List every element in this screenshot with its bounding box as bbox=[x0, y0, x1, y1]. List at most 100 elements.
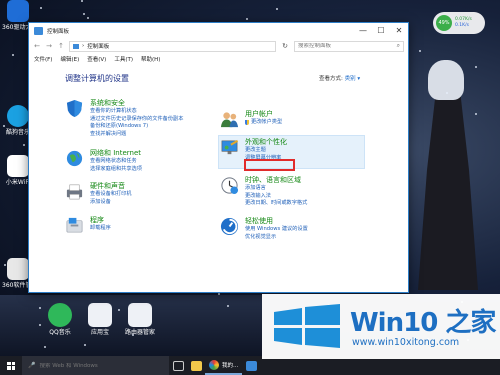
category-link[interactable]: 查看设备和打印机 bbox=[90, 191, 132, 199]
start-button[interactable] bbox=[0, 356, 22, 375]
menu-tools[interactable]: 工具(T) bbox=[114, 55, 133, 63]
search-input[interactable] bbox=[298, 43, 393, 49]
driver-app-icon bbox=[7, 0, 29, 22]
watermark: Win10 之家 www.win10xitong.com bbox=[262, 294, 500, 359]
control-panel-taskbar-icon bbox=[245, 360, 257, 371]
page-title: 调整计算机的设置 bbox=[65, 74, 129, 83]
qqmusic-app-icon bbox=[48, 303, 72, 327]
category-title[interactable]: 轻松使用 bbox=[245, 217, 308, 226]
title-bar[interactable]: 控制面板 — ☐ ✕ bbox=[29, 23, 408, 39]
category-clock-language-region[interactable]: 时钟、语言和区域 添加语言 更改输入法 更改日期、时间或数字格式 bbox=[220, 176, 307, 208]
window-title: 控制面板 bbox=[47, 29, 70, 35]
view-by-label: 查看方式: bbox=[319, 76, 343, 82]
snowflake bbox=[83, 13, 85, 15]
category-link[interactable]: 添加语言 bbox=[245, 185, 307, 193]
category-network-internet[interactable]: 网络和 Internet 查看网络状态和任务 选择家庭组和共享选项 bbox=[65, 149, 142, 173]
desktop-icon-label: 路由器管家 bbox=[124, 329, 155, 336]
snowflake bbox=[276, 8, 278, 10]
category-programs[interactable]: 程序 卸载程序 bbox=[65, 216, 111, 235]
shield-icon bbox=[66, 99, 83, 118]
control-panel-icon bbox=[34, 27, 43, 35]
menu-view[interactable]: 查看(V) bbox=[87, 55, 106, 63]
category-link[interactable]: 卸载程序 bbox=[90, 225, 111, 233]
desktop-icon-qqmusic[interactable]: QQ音乐 bbox=[40, 303, 80, 343]
category-link[interactable]: 查看你的计算机状态 bbox=[90, 108, 183, 116]
snowflake bbox=[419, 50, 421, 52]
network-speed-widget[interactable]: 49% 0.07K/s 0.1K/s bbox=[433, 12, 485, 34]
microphone-icon[interactable]: 🎤 bbox=[28, 362, 35, 369]
taskbar-search-input[interactable] bbox=[39, 362, 169, 369]
content-area: 调整计算机的设置 查看方式: 类别 ▾ 系统和安全 查看你的计算机状态 通过文件… bbox=[29, 64, 408, 283]
search-icon[interactable]: ⌕ bbox=[397, 42, 400, 50]
snowflake bbox=[12, 54, 14, 56]
taskbar-control-panel[interactable] bbox=[242, 356, 260, 375]
taskbar-explorer[interactable] bbox=[187, 356, 205, 375]
category-link[interactable]: 优化视觉显示 bbox=[245, 234, 308, 242]
snowflake bbox=[227, 305, 229, 307]
running-app-label: 我的... bbox=[222, 362, 239, 369]
refresh-icon[interactable]: ↻ bbox=[280, 42, 290, 50]
search-box[interactable]: ⌕ bbox=[294, 40, 404, 52]
category-link[interactable]: 更改输入法 bbox=[245, 193, 307, 201]
category-title[interactable]: 时钟、语言和区域 bbox=[245, 176, 307, 185]
category-hardware-sound[interactable]: 硬件和声音 查看设备和打印机 添加设备 bbox=[65, 182, 132, 206]
snowflake bbox=[246, 18, 248, 20]
menu-edit[interactable]: 编辑(E) bbox=[60, 55, 79, 63]
ease-of-access-icon bbox=[220, 217, 239, 236]
taskbar-task-view[interactable] bbox=[169, 356, 187, 375]
view-by-selector[interactable]: 查看方式: 类别 ▾ bbox=[319, 74, 360, 82]
category-title[interactable]: 外观和个性化 bbox=[245, 138, 287, 147]
category-ease-of-access[interactable]: 轻松使用 使用 Windows 建议的设置 优化视觉显示 bbox=[220, 217, 308, 241]
windows-logo-icon bbox=[7, 361, 15, 370]
softmgr-app-icon bbox=[7, 258, 29, 280]
close-button[interactable]: ✕ bbox=[390, 23, 408, 39]
up-arrow-icon[interactable]: ↑ bbox=[57, 42, 65, 50]
category-link[interactable]: 使用 Windows 建议的设置 bbox=[245, 226, 308, 234]
category-link[interactable]: 查看网络状态和任务 bbox=[90, 158, 142, 166]
users-icon bbox=[220, 112, 239, 128]
taskbar-search[interactable]: 🎤 bbox=[22, 356, 169, 375]
category-link[interactable]: 更改日期、时间或数字格式 bbox=[245, 200, 307, 208]
printer-icon bbox=[66, 184, 83, 200]
kugou-app-icon bbox=[7, 105, 29, 127]
category-link[interactable]: 通过文件历史记录保存你的文件备份副本 bbox=[90, 116, 183, 124]
programs-icon bbox=[66, 217, 83, 233]
wallpaper-character-hair bbox=[428, 60, 464, 100]
view-by-value[interactable]: 类别 ▾ bbox=[345, 76, 361, 82]
menu-bar: 文件(F) 编辑(E) 查看(V) 工具(T) 帮助(H) bbox=[29, 53, 408, 64]
menu-help[interactable]: 帮助(H) bbox=[141, 55, 160, 63]
menu-file[interactable]: 文件(F) bbox=[34, 55, 52, 63]
snowflake bbox=[84, 344, 86, 346]
address-field[interactable]: › 控制面板 bbox=[69, 40, 276, 52]
taskbar-running-app[interactable]: 我的... bbox=[205, 356, 243, 375]
category-title[interactable]: 程序 bbox=[90, 216, 111, 225]
category-link[interactable]: 更改帐户类型 bbox=[245, 119, 282, 127]
forward-arrow-icon[interactable]: → bbox=[45, 42, 53, 50]
yingyongbao-app-icon bbox=[88, 303, 112, 327]
category-title[interactable]: 网络和 Internet bbox=[90, 149, 142, 158]
desktop-icon-router[interactable]: 路由器管家 bbox=[120, 303, 160, 343]
clock-globe-icon bbox=[221, 177, 239, 195]
minimize-button[interactable]: — bbox=[354, 23, 372, 39]
category-title[interactable]: 系统和安全 bbox=[90, 99, 183, 108]
back-arrow-icon[interactable]: ← bbox=[33, 42, 41, 50]
desktop-icon-yingyongbao[interactable]: 应用宝 bbox=[80, 303, 120, 343]
snowflake bbox=[87, 17, 89, 19]
network-globe-icon bbox=[66, 150, 83, 167]
category-link[interactable]: 添加设备 bbox=[90, 199, 132, 207]
router-app-icon bbox=[128, 303, 152, 327]
category-link[interactable]: 备份和还原(Windows 7) bbox=[90, 123, 183, 131]
category-title[interactable]: 用户帐户 bbox=[245, 110, 282, 119]
category-title[interactable]: 硬件和声音 bbox=[90, 182, 132, 191]
control-panel-mini-icon bbox=[73, 43, 79, 49]
task-view-icon bbox=[172, 360, 184, 371]
category-link[interactable]: 查找并解决问题 bbox=[90, 131, 183, 139]
wifi-app-icon bbox=[7, 155, 29, 177]
category-system-security[interactable]: 系统和安全 查看你的计算机状态 通过文件历史记录保存你的文件备份副本 备份和还原… bbox=[65, 99, 183, 138]
category-link[interactable]: 更改主题 bbox=[245, 147, 287, 155]
snowflake bbox=[475, 66, 477, 68]
category-link[interactable]: 选择家庭组和共享选项 bbox=[90, 166, 142, 174]
maximize-button[interactable]: ☐ bbox=[372, 23, 390, 39]
snowflake bbox=[44, 346, 46, 348]
category-user-accounts[interactable]: 用户帐户 更改帐户类型 bbox=[220, 110, 282, 129]
